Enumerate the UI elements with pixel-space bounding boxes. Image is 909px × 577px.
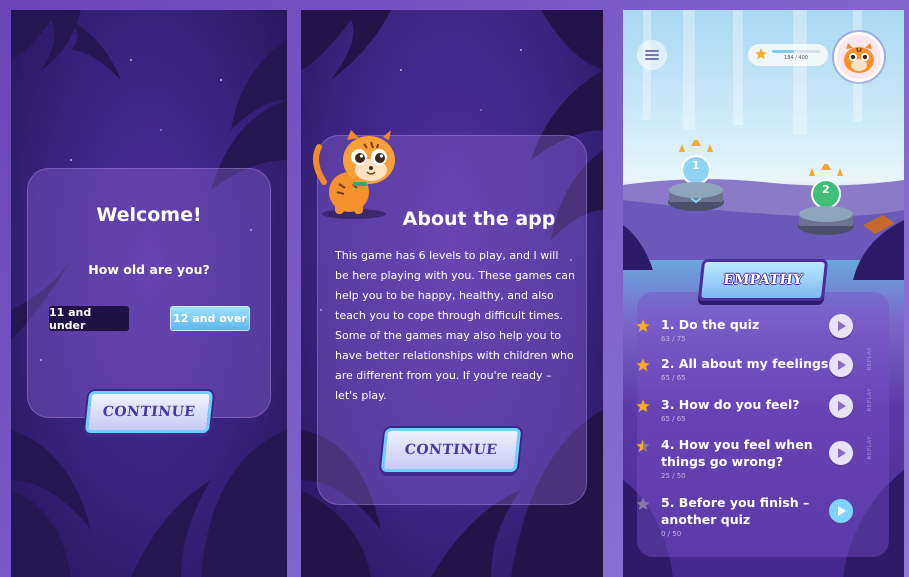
level-score: 25 / 50 [661,472,686,480]
level-name: 3. How do you feel? [661,397,800,412]
age-question: How old are you? [88,262,210,277]
age-option-11-and-under[interactable]: 11 and under [49,306,129,332]
level-item-2[interactable]: 2. All about my feelings 65 / 65 REPLAY [635,347,873,385]
level-item-5[interactable]: 5. Before you finish – another quiz 0 / … [635,494,873,538]
level-item-4[interactable]: 4. How you feel when things go wrong? 25… [635,436,873,480]
menu-button[interactable] [637,40,667,70]
level-name: 1. Do the quiz [661,317,760,332]
section-title-banner: EMPATHY [697,259,829,301]
score-progress-fill [772,50,795,53]
level-name: 5. Before you finish – another quiz [661,495,810,527]
grey-star-icon [636,497,650,510]
continue-button[interactable]: CONTINUE [84,391,214,433]
level-item-3[interactable]: 3. How do you feel? 65 / 65 REPLAY [635,388,873,426]
half-star-icon [636,439,650,452]
level-1-pedestal-number: 1 [692,159,700,172]
level-1-pedestal[interactable] [661,140,731,220]
levels-screen: 184 / 400 1 2 EMPATHY 1. Do the quiz 63 … [623,10,904,577]
score-progress-bar [772,50,820,53]
level-score: 65 / 65 [661,415,686,423]
score-text: 184 / 400 [784,55,808,61]
play-icon [837,321,846,331]
about-title: About the app [402,208,556,230]
level-2-pedestal-number: 2 [822,183,830,196]
gold-star-icon [636,319,650,332]
level-score: 63 / 75 [661,335,686,343]
about-description: This game has 6 levels to play, and I wi… [335,249,576,402]
about-screen: About the app This game has 6 levels to … [301,10,603,577]
tiger-avatar[interactable] [834,32,884,82]
level-score: 0 / 50 [661,530,682,538]
age-option-12-and-over[interactable]: 12 and over [170,306,250,331]
welcome-screen: Welcome! How old are you? 11 and under 1… [11,10,287,577]
play-button[interactable] [829,499,853,523]
play-button[interactable] [829,314,853,338]
play-icon [837,360,846,370]
play-button[interactable] [829,394,853,418]
play-icon [837,401,846,411]
score-progress-pill: 184 / 400 [748,44,828,66]
level-score: 65 / 65 [661,374,686,382]
play-icon [837,506,846,516]
level-2-pedestal[interactable] [791,164,861,244]
gold-star-icon [636,358,650,371]
level-name: 4. How you feel when things go wrong? [661,437,813,469]
tiger-face-icon [837,35,881,79]
play-button[interactable] [829,353,853,377]
hamburger-icon [645,50,659,60]
level-item-1[interactable]: 1. Do the quiz 63 / 75 [635,314,873,346]
continue-button[interactable]: CONTINUE [380,428,522,472]
welcome-title: Welcome! [96,204,202,226]
replay-label: REPLAY [867,436,873,460]
level-name: 2. All about my feelings [661,356,829,371]
replay-label: REPLAY [867,388,873,412]
star-icon [755,48,767,60]
play-icon [837,448,846,458]
replay-label: REPLAY [867,347,873,371]
gold-star-icon [636,399,650,412]
tiger-mascot-image [312,130,395,219]
play-button[interactable] [829,441,853,465]
